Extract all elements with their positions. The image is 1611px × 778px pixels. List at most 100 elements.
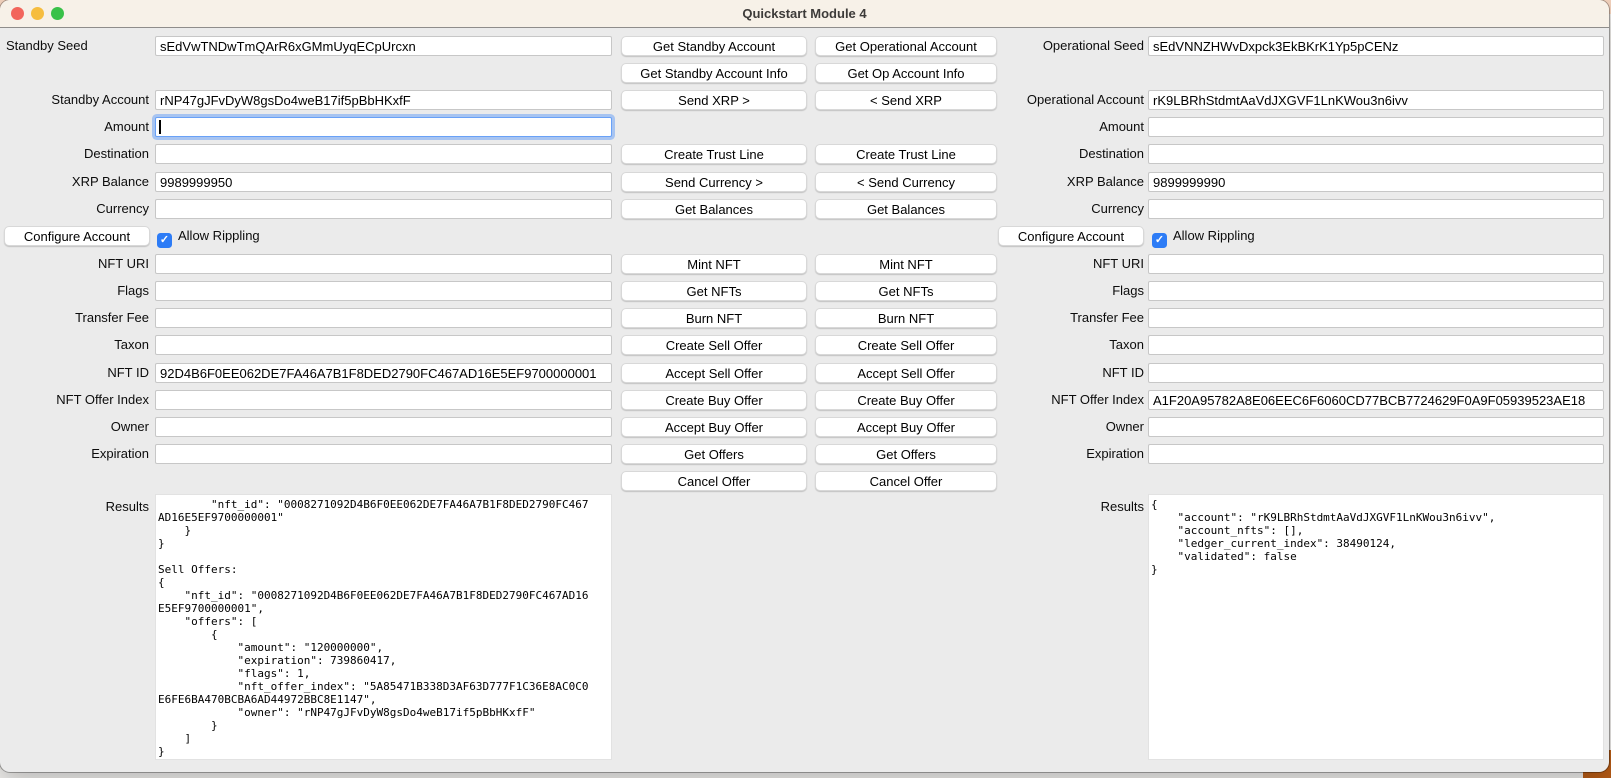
burn-nft-standby-button[interactable]: Burn NFT [621,308,807,328]
standby-seed-input[interactable] [155,36,612,56]
operational-xrp-balance-input[interactable] [1148,172,1604,192]
mint-nft-operational-button[interactable]: Mint NFT [815,254,997,274]
standby-destination-input[interactable] [155,144,612,164]
get-balances-operational-button[interactable]: Get Balances [815,199,997,219]
operational-flags-label: Flags [988,281,1144,301]
accept-sell-offer-standby-button[interactable]: Accept Sell Offer [621,363,807,383]
standby-nft-uri-label: NFT URI [0,254,149,274]
configure-account-button-operational[interactable]: Configure Account [998,226,1144,246]
checkbox-checked-icon: ✓ [157,233,172,248]
operational-nft-id-label: NFT ID [988,363,1144,383]
operational-taxon-label: Taxon [988,335,1144,355]
operational-taxon-input[interactable] [1148,335,1604,355]
get-op-account-info-button[interactable]: Get Op Account Info [815,63,997,83]
standby-currency-label: Currency [0,199,149,219]
text-cursor [159,120,161,134]
create-sell-offer-standby-button[interactable]: Create Sell Offer [621,335,807,355]
configure-account-button-standby[interactable]: Configure Account [4,226,150,246]
standby-flags-input[interactable] [155,281,612,301]
create-trust-line-standby-button[interactable]: Create Trust Line [621,144,807,164]
titlebar: Quickstart Module 4 [0,0,1609,28]
standby-amount-label: Amount [0,117,149,137]
standby-expiration-input[interactable] [155,444,612,464]
standby-results-label: Results [0,497,149,517]
operational-results-label: Results [988,497,1144,517]
standby-amount-input[interactable] [155,117,612,137]
get-nfts-operational-button[interactable]: Get NFTs [815,281,997,301]
operational-owner-input[interactable] [1148,417,1604,437]
allow-rippling-checkbox-standby[interactable]: ✓ Allow Rippling [157,226,260,246]
allow-rippling-checkbox-operational[interactable]: ✓Allow Rippling [1152,226,1255,246]
standby-nft-offer-index-input[interactable] [155,390,612,410]
standby-flags-label: Flags [0,281,149,301]
operational-destination-input[interactable] [1148,144,1604,164]
operational-amount-input[interactable] [1148,117,1604,137]
operational-nft-offer-index-label: NFT Offer Index [988,390,1144,410]
operational-expiration-label: Expiration [988,444,1144,464]
create-trust-line-operational-button[interactable]: Create Trust Line [815,144,997,164]
standby-nft-offer-index-label: NFT Offer Index [0,390,149,410]
operational-currency-input[interactable] [1148,199,1604,219]
get-standby-account-button[interactable]: Get Standby Account [621,36,807,56]
accept-buy-offer-operational-button[interactable]: Accept Buy Offer [815,417,997,437]
get-standby-account-info-button[interactable]: Get Standby Account Info [621,63,807,83]
operational-amount-label: Amount [988,117,1144,137]
operational-currency-label: Currency [988,199,1144,219]
standby-account-label: Standby Account [0,90,149,110]
operational-nft-id-input[interactable] [1148,363,1604,383]
standby-nft-uri-input[interactable] [155,254,612,274]
standby-transfer-fee-label: Transfer Fee [0,308,149,328]
operational-seed-label: Operational Seed [988,36,1144,56]
operational-seed-input[interactable] [1148,36,1604,56]
get-nfts-standby-button[interactable]: Get NFTs [621,281,807,301]
accept-sell-offer-operational-button[interactable]: Accept Sell Offer [815,363,997,383]
standby-destination-label: Destination [0,144,149,164]
operational-transfer-fee-label: Transfer Fee [988,308,1144,328]
standby-expiration-label: Expiration [0,444,149,464]
standby-transfer-fee-input[interactable] [155,308,612,328]
operational-nft-uri-label: NFT URI [988,254,1144,274]
standby-currency-input[interactable] [155,199,612,219]
allow-rippling-label: Allow Rippling [1173,228,1255,243]
get-balances-standby-button[interactable]: Get Balances [621,199,807,219]
standby-owner-label: Owner [0,417,149,437]
standby-results-output[interactable]: "nft_id": "0008271092D4B6F0EE062DE7FA46A… [155,494,612,760]
operational-nft-offer-index-input[interactable] [1148,390,1604,410]
operational-account-label: Operational Account [988,90,1144,110]
standby-nft-id-label: NFT ID [0,363,149,383]
standby-owner-input[interactable] [155,417,612,437]
operational-owner-label: Owner [988,417,1144,437]
operational-xrp-balance-label: XRP Balance [988,172,1144,192]
operational-flags-input[interactable] [1148,281,1604,301]
operational-account-input[interactable] [1148,90,1604,110]
mint-nft-standby-button[interactable]: Mint NFT [621,254,807,274]
standby-account-input[interactable] [155,90,612,110]
get-operational-account-button[interactable]: Get Operational Account [815,36,997,56]
cancel-offer-standby-button[interactable]: Cancel Offer [621,471,807,491]
create-buy-offer-standby-button[interactable]: Create Buy Offer [621,390,807,410]
standby-xrp-balance-input[interactable] [155,172,612,192]
allow-rippling-label: Allow Rippling [178,228,260,243]
send-xrp-operational-button[interactable]: < Send XRP [815,90,997,110]
send-xrp-standby-button[interactable]: Send XRP > [621,90,807,110]
operational-nft-uri-input[interactable] [1148,254,1604,274]
create-sell-offer-operational-button[interactable]: Create Sell Offer [815,335,997,355]
burn-nft-operational-button[interactable]: Burn NFT [815,308,997,328]
accept-buy-offer-standby-button[interactable]: Accept Buy Offer [621,417,807,437]
standby-taxon-label: Taxon [0,335,149,355]
cancel-offer-operational-button[interactable]: Cancel Offer [815,471,997,491]
operational-expiration-input[interactable] [1148,444,1604,464]
send-currency-standby-button[interactable]: Send Currency > [621,172,807,192]
operational-transfer-fee-input[interactable] [1148,308,1604,328]
operational-destination-label: Destination [988,144,1144,164]
get-offers-standby-button[interactable]: Get Offers [621,444,807,464]
standby-taxon-input[interactable] [155,335,612,355]
send-currency-operational-button[interactable]: < Send Currency [815,172,997,192]
get-offers-operational-button[interactable]: Get Offers [815,444,997,464]
window-title: Quickstart Module 4 [0,0,1609,27]
create-buy-offer-operational-button[interactable]: Create Buy Offer [815,390,997,410]
standby-xrp-balance-label: XRP Balance [0,172,149,192]
operational-results-output[interactable]: { "account": "rK9LBRhStdmtAaVdJXGVF1LnKW… [1148,494,1604,760]
standby-nft-id-input[interactable] [155,363,612,383]
app-window: Quickstart Module 4 Standby Seed Standby… [0,0,1609,772]
